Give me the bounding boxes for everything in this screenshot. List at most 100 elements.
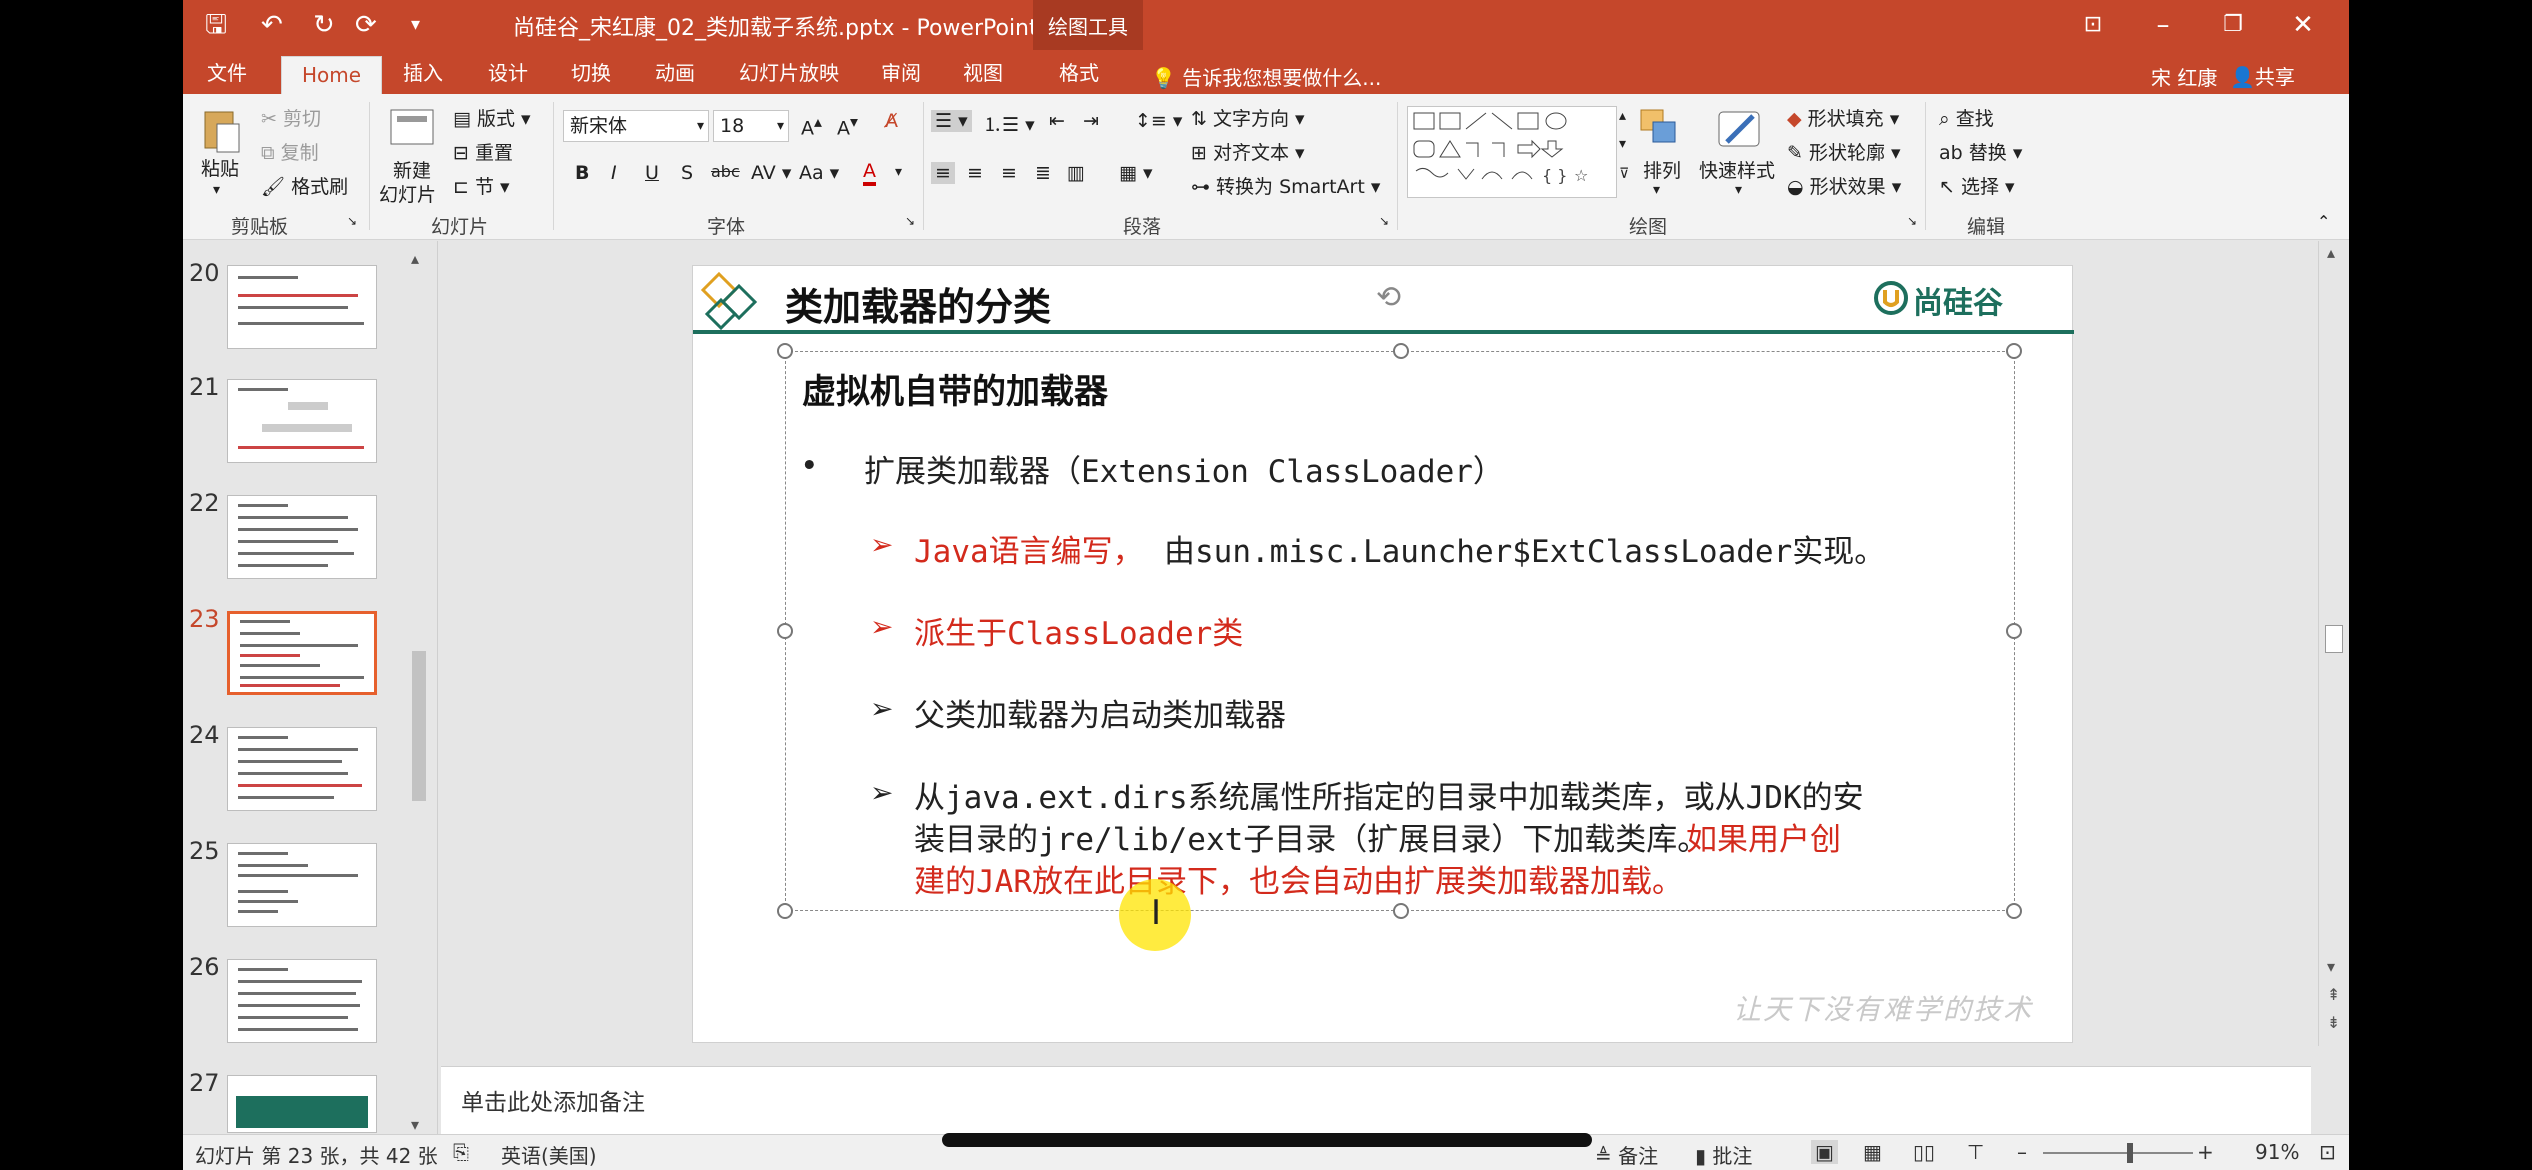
thumbnail-slide-24[interactable]	[227, 727, 377, 811]
bold-icon[interactable]: B	[575, 162, 589, 184]
align-left-icon[interactable]: ≡	[931, 162, 955, 184]
distribute-icon[interactable]: ▥	[1067, 162, 1085, 184]
paragraph-launcher-icon[interactable]: ↘	[1379, 214, 1389, 228]
clipboard-launcher-icon[interactable]: ↘	[347, 214, 357, 228]
tab-slideshow[interactable]: 幻灯片放映	[739, 58, 839, 94]
thumbnails-scroll-thumb[interactable]	[412, 651, 426, 801]
resize-handle[interactable]	[1393, 343, 1409, 359]
restore-icon[interactable]: ❐	[2203, 6, 2263, 44]
font-color-icon[interactable]: A	[863, 160, 876, 186]
font-size-box[interactable]: 18 ▾	[713, 110, 789, 142]
undo-icon[interactable]: ↶	[261, 8, 283, 42]
tab-transitions[interactable]: 切换	[571, 58, 611, 94]
section-button[interactable]: ⊏ 节 ▾	[453, 172, 510, 199]
comments-toggle[interactable]: ▮ 批注	[1695, 1140, 1752, 1169]
normal-view-icon[interactable]: ▣	[1811, 1140, 1838, 1164]
rotate-handle-icon[interactable]: ⟲	[1376, 280, 1401, 315]
zoom-out-icon[interactable]: –	[2017, 1140, 2027, 1164]
slide-title[interactable]: 类加载器的分类	[785, 276, 1051, 331]
current-slide[interactable]: 类加载器的分类 ⟲ 尚硅谷 虚拟机自带的加载器 • 扩展类加载器（Extensi…	[692, 265, 2074, 1043]
fit-to-window-icon[interactable]: ⊡	[2319, 1140, 2336, 1164]
start-from-beginning-icon[interactable]: ⟳	[355, 8, 377, 42]
slideshow-view-icon[interactable]: ⊤	[1967, 1140, 1984, 1164]
resize-handle[interactable]	[777, 623, 793, 639]
reading-view-icon[interactable]: ▯▯	[1913, 1140, 1935, 1164]
spell-check-icon[interactable]: ⎘	[453, 1140, 469, 1164]
chevron-down-icon[interactable]: ▾	[895, 164, 902, 180]
tab-design[interactable]: 设计	[488, 58, 528, 94]
layout-button[interactable]: ▤ 版式 ▾	[453, 104, 531, 131]
convert-smartart-button[interactable]: ⊶ 转换为 SmartArt ▾	[1191, 172, 1380, 199]
arrange-button[interactable]	[1637, 106, 1687, 159]
thumbnail-slide-25[interactable]	[227, 843, 377, 927]
resize-handle[interactable]	[777, 903, 793, 919]
scroll-down-icon[interactable]: ▾	[411, 1115, 419, 1134]
decrease-font-icon[interactable]: A▾	[837, 112, 858, 139]
zoom-slider-thumb[interactable]	[2127, 1143, 2133, 1163]
tell-me-search[interactable]: 💡 告诉我您想要做什么...	[1151, 62, 1381, 91]
tab-format[interactable]: 格式	[1059, 58, 1099, 94]
gallery-scroll-up-icon[interactable]: ▴	[1619, 108, 1626, 124]
tab-view[interactable]: 视图	[963, 58, 1003, 94]
copy-button[interactable]: ⧉ 复制	[261, 138, 319, 165]
new-slide-button[interactable]	[387, 106, 437, 152]
slide-scroll-thumb[interactable]	[2325, 625, 2343, 653]
justify-icon[interactable]: ≣	[1035, 162, 1051, 184]
ribbon-display-options-icon[interactable]: ⊡	[2063, 6, 2123, 44]
slide-sorter-icon[interactable]: ▦	[1863, 1140, 1882, 1164]
gallery-scroll-down-icon[interactable]: ▾	[1619, 136, 1626, 152]
notes-pane[interactable]: 单击此处添加备注	[441, 1066, 2311, 1134]
cut-button[interactable]: ✂ 剪切	[261, 104, 321, 131]
char-spacing-icon[interactable]: AV ▾	[751, 162, 791, 184]
resize-handle[interactable]	[1393, 903, 1409, 919]
paste-dropdown-icon[interactable]: ▾	[213, 182, 220, 198]
clear-format-icon[interactable]: A̸	[885, 110, 898, 132]
thumbnail-slide-20[interactable]	[227, 265, 377, 349]
italic-icon[interactable]: I	[611, 162, 617, 184]
increase-indent-icon[interactable]: ⇥	[1083, 110, 1099, 132]
user-name[interactable]: 宋 红康	[2151, 62, 2217, 91]
zoom-level[interactable]: 91%	[2255, 1140, 2299, 1164]
thumbnail-slide-22[interactable]	[227, 495, 377, 579]
change-case-icon[interactable]: Aa ▾	[799, 162, 839, 184]
shapes-gallery[interactable]: { } ☆	[1407, 106, 1617, 198]
resize-handle[interactable]	[777, 343, 793, 359]
decrease-indent-icon[interactable]: ⇤	[1049, 110, 1065, 132]
underline-icon[interactable]: U	[645, 162, 659, 184]
thumbnail-slide-27[interactable]	[227, 1075, 377, 1133]
paste-button[interactable]	[199, 106, 249, 156]
language-indicator[interactable]: 英语(美国)	[501, 1140, 597, 1169]
resize-handle[interactable]	[2006, 343, 2022, 359]
notes-toggle[interactable]: ≜ 备注	[1595, 1140, 1658, 1169]
chevron-down-icon[interactable]: ▾	[1653, 182, 1660, 198]
shadow-icon[interactable]: S	[681, 162, 693, 184]
drawing-launcher-icon[interactable]: ↘	[1907, 214, 1917, 228]
shape-effects-button[interactable]: ◒ 形状效果 ▾	[1787, 172, 1901, 199]
scroll-up-icon[interactable]: ▴	[2327, 243, 2335, 262]
redo-icon[interactable]: ↻	[313, 8, 335, 42]
quick-styles-button[interactable]	[1713, 106, 1767, 159]
strikethrough-icon[interactable]: abc	[711, 162, 740, 181]
scroll-down-icon[interactable]: ▾	[2327, 957, 2335, 976]
bullets-icon[interactable]: ☰ ▾	[931, 110, 972, 132]
select-button[interactable]: ↖ 选择 ▾	[1939, 172, 2015, 199]
content-textbox[interactable]: 虚拟机自带的加载器 • 扩展类加载器（Extension ClassLoader…	[777, 343, 2022, 919]
thumbnail-slide-26[interactable]	[227, 959, 377, 1043]
thumbnails-scrollbar[interactable]: ▴ ▾	[409, 249, 429, 1134]
collapse-ribbon-icon[interactable]: ⌃	[2317, 212, 2330, 231]
thumbnail-slide-23[interactable]	[227, 611, 377, 695]
zoom-in-icon[interactable]: +	[2197, 1140, 2214, 1164]
font-name-box[interactable]: 新宋体 ▾	[563, 110, 709, 142]
format-painter-button[interactable]: 🖌 格式刷	[261, 172, 348, 199]
numbering-icon[interactable]: ⒈☰ ▾	[983, 110, 1035, 137]
tab-file[interactable]: 文件	[207, 58, 247, 94]
find-button[interactable]: ⌕ 查找	[1939, 104, 1994, 131]
align-right-icon[interactable]: ≡	[1001, 162, 1017, 184]
previous-slide-icon[interactable]: ⇞	[2327, 985, 2340, 1004]
thumbnail-slide-21[interactable]	[227, 379, 377, 463]
replace-button[interactable]: ab 替换 ▾	[1939, 138, 2022, 165]
save-icon[interactable]: 🖫	[205, 8, 227, 42]
tab-review[interactable]: 审阅	[881, 58, 921, 94]
line-spacing-icon[interactable]: ↕≡ ▾	[1135, 110, 1182, 132]
slide-scrollbar[interactable]: ▴ ▾ ⇞ ⇟	[2318, 241, 2349, 1046]
